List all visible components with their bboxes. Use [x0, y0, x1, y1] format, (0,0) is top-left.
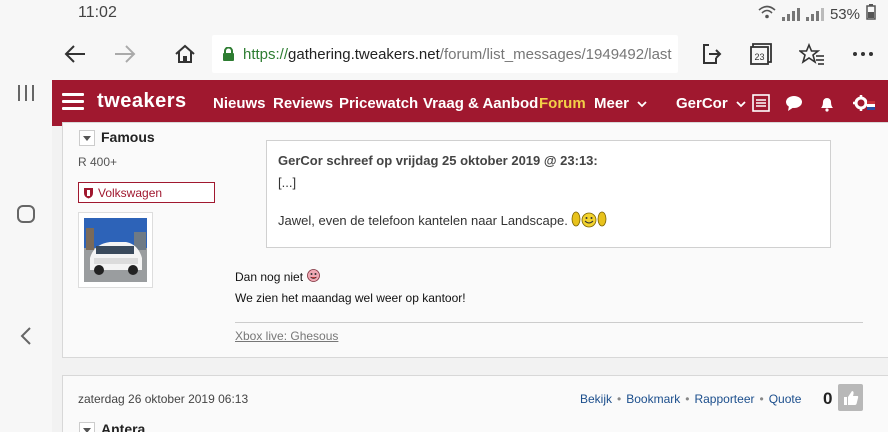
forward-arrow-icon[interactable] [109, 38, 141, 70]
message-line-2: We zien het maandag wel weer op kantoor! [235, 291, 466, 305]
system-nav-rail [0, 0, 52, 432]
collapse-toggle-2[interactable] [79, 422, 95, 432]
screen: 11:02 53% https://gathering.tweakers.net… [0, 0, 888, 432]
favorites-icon[interactable] [796, 38, 828, 70]
url-scheme: https:// [243, 45, 289, 63]
wifi-icon [758, 5, 776, 23]
user-chevron-icon [736, 101, 746, 108]
post-actions: Bekijk • Bookmark • Rapporteer • Quote [580, 392, 801, 406]
signature-link[interactable]: Xbox live: Ghesous [235, 329, 338, 343]
signal-icon [781, 7, 800, 21]
avatar[interactable] [78, 212, 153, 288]
quote-header[interactable]: GerCor schreef op vrijdag 25 oktober 201… [278, 153, 819, 168]
user-rank: R 400+ [78, 155, 118, 169]
address-bar[interactable]: https://gathering.tweakers.net/forum/lis… [212, 35, 678, 73]
quote-text: Jawel, even de telefoon kantelen naar La… [278, 213, 568, 228]
share-icon[interactable] [695, 38, 727, 70]
badge-label: Volkswagen [98, 185, 163, 200]
tab-count: 23 [754, 52, 764, 62]
home-icon[interactable] [169, 38, 201, 70]
nav-meer[interactable]: Meer [594, 95, 647, 112]
chat-icon[interactable] [785, 94, 803, 112]
nav-nieuws[interactable]: Nieuws [213, 95, 266, 112]
post-score: 0 [823, 389, 833, 408]
more-icon[interactable] [847, 38, 879, 70]
action-bookmark[interactable]: Bookmark [626, 392, 680, 406]
url-path: /forum/list_messages/1949492/last [439, 45, 672, 63]
signature-divider [235, 322, 863, 323]
user-name: GerCor [676, 95, 728, 112]
status-indicators: 53% [758, 4, 876, 24]
list-icon[interactable] [752, 94, 770, 112]
nav-reviews[interactable]: Reviews [273, 95, 333, 112]
recents-icon[interactable] [14, 84, 38, 108]
site-logo[interactable]: tweakers [97, 90, 187, 113]
post-famous: Famous R 400+ Volkswagen GerCor schreef … [62, 122, 888, 358]
forum-content: Famous R 400+ Volkswagen GerCor schreef … [52, 122, 888, 432]
action-separator: • [617, 392, 622, 406]
action-separator: • [759, 392, 764, 406]
action-separator: • [685, 392, 690, 406]
nav-pricewatch[interactable]: Pricewatch [339, 95, 418, 112]
nav-meer-label: Meer [594, 95, 630, 112]
thumbs-smiley-icon [571, 210, 607, 231]
status-time: 11:02 [78, 4, 117, 21]
site-navbar: tweakers Nieuws Reviews Pricewatch Vraag… [52, 80, 888, 126]
nav-vraag-aanbod[interactable]: Vraag & Aanbod [423, 95, 538, 112]
back-nav-icon[interactable] [14, 326, 38, 350]
post-date: zaterdag 26 oktober 2019 06:13 [78, 392, 249, 406]
battery-icon [866, 4, 876, 24]
back-arrow-icon[interactable] [59, 38, 91, 70]
quote-body: Jawel, even de telefoon kantelen naar La… [278, 210, 819, 231]
quote-block: GerCor schreef op vrijdag 25 oktober 201… [266, 140, 831, 248]
post-username-2[interactable]: Antera [101, 421, 145, 432]
message-line-1: Dan nog niet [235, 269, 320, 285]
shield-icon [84, 187, 93, 198]
home-circle-icon[interactable] [14, 204, 38, 228]
nav-forum[interactable]: Forum [539, 95, 586, 112]
lock-icon [222, 46, 235, 61]
signal-2-icon [805, 7, 824, 21]
message-text-2: We zien het maandag wel weer op kantoor! [235, 291, 466, 305]
tabs-icon[interactable]: 23 [745, 38, 777, 70]
action-bekijk[interactable]: Bekijk [580, 392, 612, 406]
quote-ellipsis: [...] [278, 175, 297, 190]
browser-toolbar: https://gathering.tweakers.net/forum/lis… [52, 28, 888, 80]
user-menu[interactable]: GerCor [676, 95, 746, 112]
car-badge[interactable]: Volkswagen [78, 182, 215, 203]
bell-icon[interactable] [818, 94, 836, 112]
action-quote[interactable]: Quote [769, 392, 802, 406]
battery-level: 53% [829, 5, 860, 23]
post-antera: zaterdag 26 oktober 2019 06:13 Bekijk • Bo… [62, 375, 888, 432]
thumbs-up-icon[interactable] [838, 384, 863, 411]
tongue-smiley-icon [307, 269, 320, 285]
chevron-down-icon [637, 101, 647, 108]
url-host: gathering.tweakers.net [288, 45, 440, 63]
action-rapporteer[interactable]: Rapporteer [694, 392, 754, 406]
settings-icon[interactable] [852, 94, 875, 112]
status-bar: 11:02 53% [52, 0, 888, 28]
menu-icon[interactable] [62, 93, 84, 111]
post-username[interactable]: Famous [101, 129, 155, 145]
collapse-toggle[interactable] [79, 130, 95, 146]
message-text-1: Dan nog niet [235, 270, 304, 284]
